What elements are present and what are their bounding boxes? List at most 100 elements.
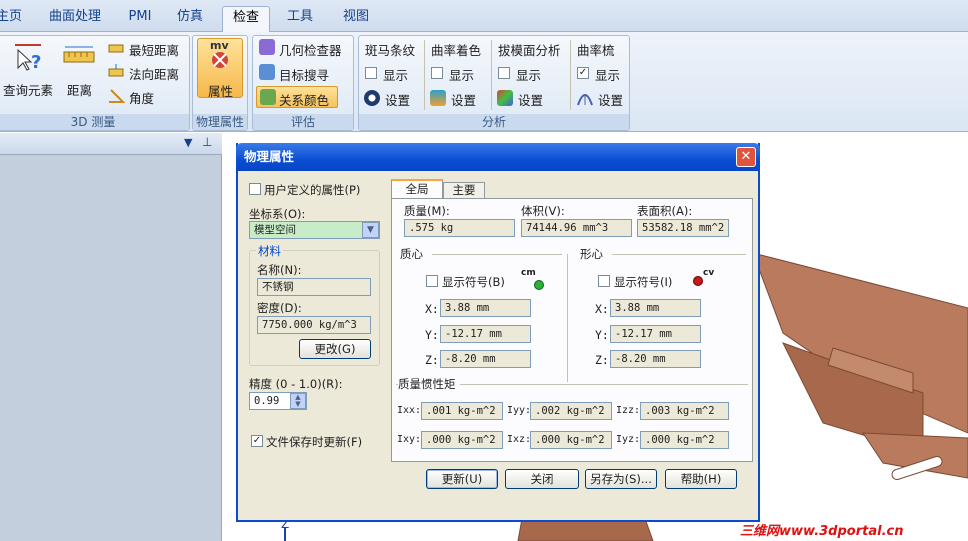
zebra-stripes-title: 斑马条纹 xyxy=(365,43,416,58)
user-defined-label: 用户定义的属性(P) xyxy=(264,183,361,197)
curvature-shading-settings-button[interactable]: 设置 xyxy=(451,90,476,109)
group-3d-measure: ? 查询元素 距离 最短距离 法向距离 角度 3D 测量 xyxy=(0,35,190,131)
tab-global[interactable]: 全局 xyxy=(391,179,443,199)
relation-color-button[interactable]: 关系颜色 xyxy=(256,86,338,108)
watermark-text: 三维网www.3dportal.cn xyxy=(740,524,904,539)
dialog-title: 物理属性 xyxy=(236,143,760,171)
tab-home[interactable]: 主页 xyxy=(0,6,24,32)
geometry-inspector-icon xyxy=(259,39,275,55)
cv-show-symbol-checkbox[interactable] xyxy=(598,275,610,287)
coord-system-label: 坐标系(O): xyxy=(249,207,306,221)
precision-spinner-icon[interactable]: ▲ ▼ xyxy=(290,393,306,409)
query-element-button[interactable]: 查询元素 xyxy=(3,80,53,99)
iyy-field: .002 kg-m^2 xyxy=(530,402,612,420)
cg-cv-divider xyxy=(567,254,568,382)
zebra-show-checkbox[interactable] xyxy=(365,67,377,79)
query-element-icon: ? xyxy=(15,44,41,72)
cg-divider xyxy=(432,254,562,255)
surface-area-field: 53582.18 mm^2 xyxy=(637,219,729,237)
svg-text:?: ? xyxy=(31,52,41,72)
cv-x-field: 3.88 mm xyxy=(610,299,701,317)
min-distance-button[interactable]: 最短距离 xyxy=(129,40,179,59)
save-as-button[interactable]: 另存为(S)... xyxy=(585,469,657,489)
izz-field: .003 kg-m^2 xyxy=(640,402,729,420)
zebra-settings-button[interactable]: 设置 xyxy=(385,90,410,109)
group-title-physical: 物理属性 xyxy=(193,114,247,130)
pathfinder-panel[interactable] xyxy=(0,133,222,541)
min-distance-icon xyxy=(108,44,124,53)
user-defined-checkbox[interactable] xyxy=(249,183,261,195)
tab-tools[interactable]: 工具 xyxy=(280,6,320,32)
tab-view[interactable]: 视图 xyxy=(336,6,376,32)
target-search-button[interactable]: 目标搜寻 xyxy=(279,65,329,84)
cg-z-field: -8.20 mm xyxy=(440,350,531,368)
group-physical-properties: mv 属性 物理属性 xyxy=(192,35,248,131)
normal-distance-button[interactable]: 法向距离 xyxy=(129,64,179,83)
curvature-comb-show-checkbox[interactable]: ✓ xyxy=(577,67,589,79)
surface-area-label: 表面积(A): xyxy=(637,204,693,218)
ixz-label: Ixz: xyxy=(507,434,532,445)
distance-button[interactable]: 距离 xyxy=(67,80,92,99)
curvature-shading-show-checkbox[interactable] xyxy=(431,67,443,79)
change-material-button[interactable]: 更改(G) xyxy=(299,339,371,359)
relation-color-icon xyxy=(260,89,276,105)
ribbon-tab-bar: 主页 曲面处理 PMI 仿真 检查 工具 视图 xyxy=(0,0,968,32)
cg-symbol-icon xyxy=(534,280,544,290)
chevron-down-icon[interactable]: ▼ xyxy=(362,222,379,238)
cv-z-label: Z: xyxy=(595,353,609,367)
draft-analysis-show-checkbox[interactable] xyxy=(498,67,510,79)
cg-y-field: -12.17 mm xyxy=(440,325,531,343)
density-label: 密度(D): xyxy=(257,301,302,315)
curvature-comb-show-label: 显示 xyxy=(595,68,621,83)
group-title-3d-measure: 3D 测量 xyxy=(0,114,189,130)
cm-symbol-text: cm xyxy=(521,268,536,278)
cg-show-symbol-label: 显示符号(B) xyxy=(442,275,505,289)
cg-x-field: 3.88 mm xyxy=(440,299,531,317)
pin-icon[interactable]: ⊥ xyxy=(202,135,212,149)
zebra-settings-icon xyxy=(364,90,380,106)
close-button[interactable]: 关闭 xyxy=(505,469,579,489)
analysis-divider xyxy=(424,40,425,110)
angle-button[interactable]: 角度 xyxy=(129,88,154,107)
tab-pmi[interactable]: PMI xyxy=(120,6,160,32)
curvature-shading-show-label: 显示 xyxy=(449,68,475,83)
group-title-analysis: 分析 xyxy=(359,114,629,130)
cg-z-label: Z: xyxy=(425,353,439,367)
dialog-close-button[interactable]: ✕ xyxy=(736,147,756,167)
mass-field: .575 kg xyxy=(404,219,515,237)
tab-inspect[interactable]: 检查 xyxy=(222,6,270,32)
relation-color-label: 关系颜色 xyxy=(279,93,330,108)
tab-surfacing[interactable]: 曲面处理 xyxy=(40,6,110,32)
panel-dropdown-icon[interactable]: ▼ xyxy=(184,136,192,149)
draft-analysis-settings-icon xyxy=(497,90,513,106)
update-on-save-checkbox[interactable]: ✓ xyxy=(251,435,263,447)
density-field: 7750.000 kg/m^3 xyxy=(257,316,371,334)
geometry-inspector-button[interactable]: 几何检查器 xyxy=(279,40,342,59)
ixx-field: .001 kg-m^2 xyxy=(421,402,503,420)
panel-header: ▼ ⊥ xyxy=(0,133,222,155)
cg-show-symbol-checkbox[interactable] xyxy=(426,275,438,287)
update-button[interactable]: 更新(U) xyxy=(426,469,498,489)
curvature-shading-settings-icon xyxy=(430,90,446,106)
tab-principal[interactable]: 主要 xyxy=(443,182,485,199)
cv-symbol-icon xyxy=(693,276,703,286)
coord-system-select[interactable]: 模型空间 xyxy=(249,221,380,239)
tab-simulation[interactable]: 仿真 xyxy=(170,6,210,32)
properties-button[interactable]: mv 属性 xyxy=(197,38,243,99)
analysis-divider xyxy=(570,40,571,110)
help-button[interactable]: 帮助(H) xyxy=(665,469,737,489)
iyz-label: Iyz: xyxy=(616,434,641,445)
volume-field: 74144.96 mm^3 xyxy=(521,219,632,237)
material-name-field: 不锈钢 xyxy=(257,278,371,296)
properties-label: 属性 xyxy=(208,84,234,99)
volume-label: 体积(V): xyxy=(521,204,565,218)
curvature-shading-title: 曲率着色 xyxy=(431,43,482,58)
iyy-label: Iyy: xyxy=(507,405,532,416)
cv-show-symbol-label: 显示符号(I) xyxy=(614,275,673,289)
coord-system-value: 模型空间 xyxy=(254,224,296,236)
cv-divider xyxy=(612,254,746,255)
draft-analysis-settings-button[interactable]: 设置 xyxy=(518,90,543,109)
cg-title: 质心 xyxy=(400,247,423,261)
cv-x-label: X: xyxy=(595,302,609,316)
curvature-comb-settings-button[interactable]: 设置 xyxy=(598,90,623,109)
